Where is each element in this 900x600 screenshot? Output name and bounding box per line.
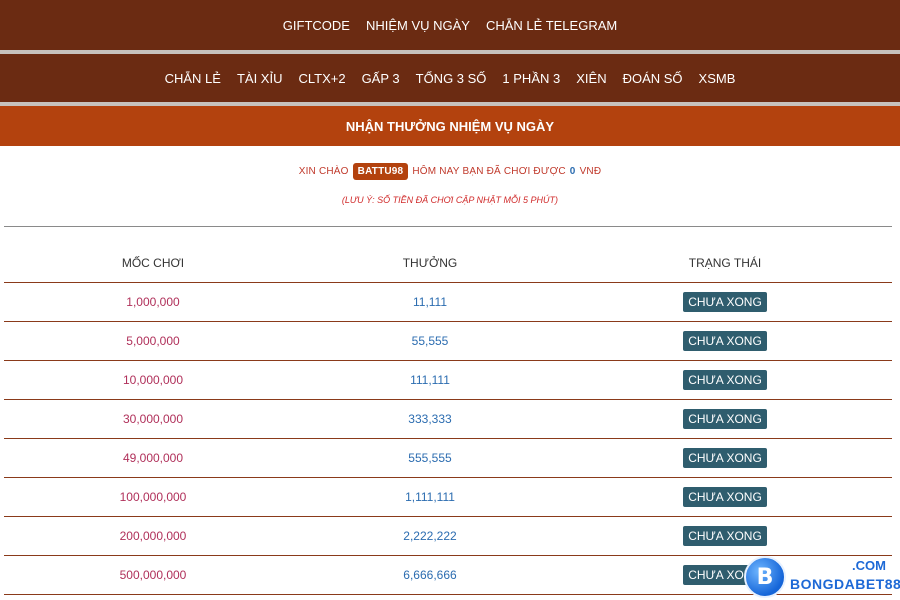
nav-giftcode[interactable]: GIFTCODE: [283, 18, 350, 33]
section-title: NHẬN THƯỞNG NHIỆM VỤ NGÀY: [345, 118, 555, 134]
nav-gap-3[interactable]: GẤP 3: [362, 71, 400, 86]
logo-b-icon: B: [744, 556, 786, 598]
logo-letter: B: [756, 564, 774, 590]
section-title-bar: NHẬN THƯỞNG NHIỆM VỤ NGÀY: [0, 106, 900, 146]
nav-tong-3-so[interactable]: TỔNG 3 SỐ: [416, 71, 487, 86]
nav-tai-xiu[interactable]: TÀI XỈU: [237, 71, 283, 86]
divider: [4, 226, 892, 227]
mission-table: MỐC CHƠI THƯỞNG TRẠNG THÁI 1,000,000 11,…: [4, 244, 892, 595]
username-badge: BATTU98: [352, 163, 409, 180]
thuong-cell: 555,555: [408, 451, 452, 465]
currency-label: VNĐ: [579, 166, 602, 177]
thuong-cell: 55,555: [411, 334, 449, 348]
status-button[interactable]: CHƯA XONG: [683, 448, 767, 468]
logo-name: BONGDABET88: [790, 576, 900, 592]
moc-choi-cell: 100,000,000: [119, 490, 187, 504]
logo-suffix: .COM: [852, 558, 886, 573]
nav-doan-so[interactable]: ĐOÁN SỐ: [623, 71, 683, 86]
table-row: 5,000,000 55,555 CHƯA XONG: [4, 322, 892, 361]
moc-choi-cell: 30,000,000: [122, 412, 184, 426]
thuong-cell: 1,111,111: [405, 490, 455, 504]
nav-chan-le[interactable]: CHẴN LẺ: [165, 71, 221, 86]
top-nav: GIFTCODE NHIỆM VỤ NGÀY CHẴN LẺ TELEGRAM: [0, 0, 900, 54]
table-row: 200,000,000 2,222,222 CHƯA XONG: [4, 517, 892, 556]
nav-cltx2[interactable]: CLTX+2: [298, 71, 345, 86]
played-amount: 0: [569, 166, 576, 177]
moc-choi-cell: 200,000,000: [119, 529, 187, 543]
table-header: MỐC CHƠI THƯỞNG TRẠNG THÁI: [4, 244, 892, 283]
table-row: 100,000,000 1,111,111 CHƯA XONG: [4, 478, 892, 517]
nav-1-phan-3[interactable]: 1 PHẦN 3: [502, 71, 560, 86]
thuong-cell: 111,111: [410, 373, 450, 387]
table-row: 10,000,000 111,111 CHƯA XONG: [4, 361, 892, 400]
thuong-cell: 333,333: [408, 412, 452, 426]
game-nav: CHẴN LẺ TÀI XỈU CLTX+2 GẤP 3 TỔNG 3 SỐ 1…: [0, 54, 900, 106]
table-row: 1,000,000 11,111 CHƯA XONG: [4, 283, 892, 322]
header-moc-choi: MỐC CHƠI: [121, 256, 185, 270]
nav-xsmb[interactable]: XSMB: [699, 71, 736, 86]
status-button[interactable]: CHƯA XONG: [683, 526, 767, 546]
table-row: 49,000,000 555,555 CHƯA XONG: [4, 439, 892, 478]
nav-chanle-telegram[interactable]: CHẴN LẺ TELEGRAM: [486, 18, 617, 33]
status-button[interactable]: CHƯA XONG: [683, 331, 767, 351]
thuong-cell: 6,666,666: [403, 568, 457, 582]
moc-choi-cell: 500,000,000: [119, 568, 187, 582]
greeting-prefix: XIN CHÀO: [298, 166, 349, 177]
thuong-cell: 2,222,222: [403, 529, 457, 543]
status-button[interactable]: CHƯA XONG: [683, 292, 767, 312]
table-row: 30,000,000 333,333 CHƯA XONG: [4, 400, 892, 439]
greeting-line: XIN CHÀO BATTU98 HÔM NAY BẠN ĐÃ CHƠI ĐƯỢ…: [0, 163, 900, 180]
status-button[interactable]: CHƯA XONG: [683, 409, 767, 429]
moc-choi-cell: 10,000,000: [122, 373, 184, 387]
greeting-middle: HÔM NAY BẠN ĐÃ CHƠI ĐƯỢC: [412, 166, 566, 177]
header-trang-thai: TRẠNG THÁI: [688, 256, 762, 270]
update-note: (LƯU Ý: SỐ TIỀN ĐÃ CHƠI CẬP NHẬT MỖI 5 P…: [341, 195, 559, 205]
thuong-cell: 11,111: [412, 295, 448, 309]
nav-xien[interactable]: XIÊN: [576, 71, 606, 86]
status-button[interactable]: CHƯA XONG: [683, 370, 767, 390]
status-button[interactable]: CHƯA XONG: [683, 487, 767, 507]
moc-choi-cell: 49,000,000: [122, 451, 184, 465]
nav-daily-mission[interactable]: NHIỆM VỤ NGÀY: [366, 18, 470, 33]
watermark-logo: B .COM BONGDABET88: [744, 556, 900, 598]
moc-choi-cell: 1,000,000: [126, 295, 180, 309]
header-thuong: THƯỞNG: [402, 256, 458, 270]
moc-choi-cell: 5,000,000: [126, 334, 180, 348]
